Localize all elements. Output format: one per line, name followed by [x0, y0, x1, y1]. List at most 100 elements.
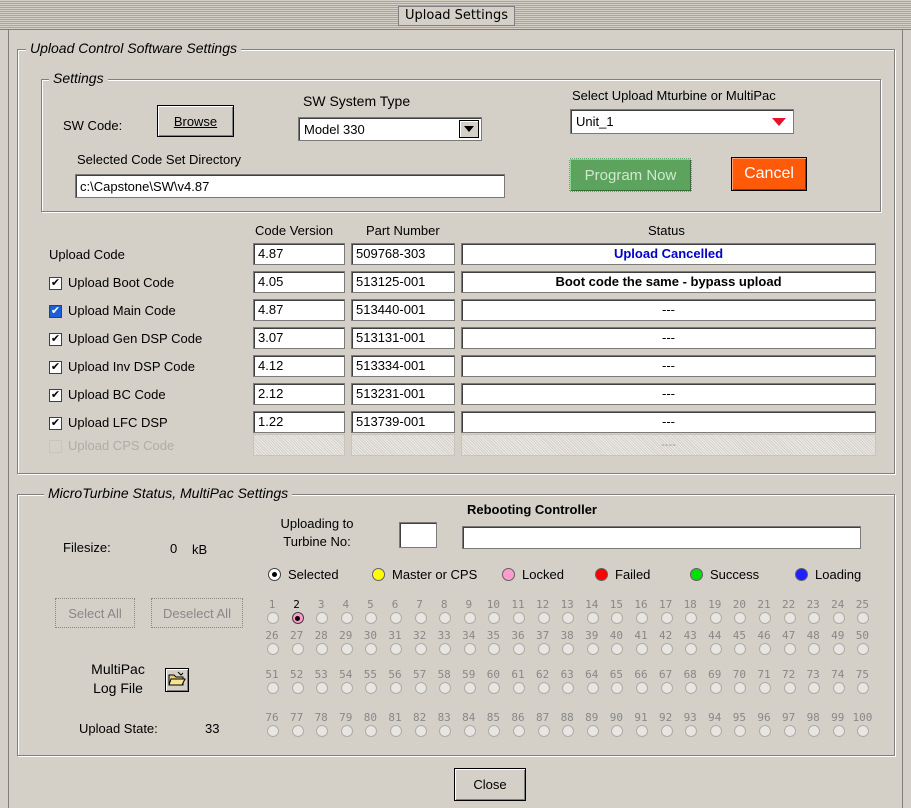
row-checkbox[interactable]: ✔ [49, 417, 62, 430]
turbine-number: 75 [855, 668, 870, 681]
turbine-number: 57 [412, 668, 427, 681]
sw-system-type-select[interactable]: Model 330 [298, 117, 482, 141]
select-upload-value: Unit_1 [576, 114, 614, 129]
turbine-number: 31 [388, 629, 402, 642]
code-dir-label: Selected Code Set Directory [77, 152, 242, 167]
turbine-radio-62[interactable] [537, 682, 550, 694]
turbine-number: 46 [757, 629, 771, 642]
turbine-radio-11[interactable] [513, 612, 525, 624]
turbine-radio-77[interactable] [291, 725, 304, 737]
turbine-radio-54[interactable] [340, 682, 353, 694]
turbine-radio-41[interactable] [636, 643, 648, 655]
status-cell: --- [461, 411, 876, 433]
cancel-button[interactable]: Cancel [731, 157, 807, 191]
turbine-radio-71[interactable] [759, 682, 771, 694]
dropdown-arrow-icon[interactable] [459, 120, 479, 138]
turbine-radio-87[interactable] [537, 725, 550, 737]
browse-button[interactable]: Browse [157, 105, 234, 137]
turbine-radio-2[interactable] [291, 612, 304, 624]
turbine-radio-86[interactable] [513, 725, 525, 737]
turbine-number-field[interactable] [399, 522, 437, 548]
turbine-radio-27[interactable] [291, 643, 304, 655]
turbine-radio-91[interactable] [636, 725, 648, 737]
turbine-radio-49[interactable] [832, 643, 845, 655]
turbine-radio-14[interactable] [586, 612, 599, 624]
turbine-radio-6[interactable] [390, 612, 402, 624]
turbine-radio-57[interactable] [414, 682, 427, 694]
turbine-radio-44[interactable] [709, 643, 722, 655]
turbine-radio-51[interactable] [267, 682, 279, 694]
turbine-radio-67[interactable] [660, 682, 673, 694]
turbine-radio-42[interactable] [660, 643, 673, 655]
turbine-radio-29[interactable] [340, 643, 353, 655]
turbine-number: 20 [732, 598, 747, 611]
turbine-radio-9[interactable] [463, 612, 476, 624]
turbine-radio-96[interactable] [759, 725, 771, 737]
turbine-number: 55 [363, 668, 378, 681]
select-all-button[interactable]: Select All [55, 598, 135, 628]
turbine-number: 13 [560, 598, 574, 611]
turbine-radio-56[interactable] [390, 682, 402, 694]
turbine-radio-97[interactable] [783, 725, 796, 737]
turbine-radio-19[interactable] [709, 612, 722, 624]
turbine-radio-4[interactable] [340, 612, 353, 624]
turbine-radio-76[interactable] [267, 725, 279, 737]
turbine-number: 70 [732, 668, 747, 681]
turbine-radio-46[interactable] [759, 643, 771, 655]
turbine-radio-74[interactable] [832, 682, 845, 694]
turbine-radio-99[interactable] [832, 725, 845, 737]
close-button[interactable]: Close [454, 768, 526, 801]
status-cell: Boot code the same - bypass upload [461, 271, 876, 293]
turbine-radio-34[interactable] [463, 643, 476, 655]
turbine-radio-94[interactable] [709, 725, 722, 737]
row-label: Upload LFC DSP [68, 415, 168, 430]
turbine-radio-22[interactable] [783, 612, 796, 624]
turbine-radio-79[interactable] [340, 725, 353, 737]
turbine-radio-1[interactable] [267, 612, 279, 624]
turbine-radio-81[interactable] [390, 725, 402, 737]
turbine-radio-31[interactable] [390, 643, 402, 655]
turbine-radio-84[interactable] [463, 725, 476, 737]
turbine-radio-82[interactable] [414, 725, 427, 737]
microturbine-status-legend: MicroTurbine Status, MultiPac Settings [44, 485, 293, 501]
deselect-all-button[interactable]: Deselect All [151, 598, 243, 628]
turbine-radio-7[interactable] [414, 612, 427, 624]
program-now-button[interactable]: Program Now [569, 158, 692, 192]
turbine-radio-69[interactable] [709, 682, 722, 694]
turbine-radio-39[interactable] [586, 643, 599, 655]
turbine-radio-52[interactable] [291, 682, 304, 694]
turbine-number: 83 [437, 711, 451, 724]
turbine-number: 99 [831, 711, 845, 724]
turbine-number: 62 [535, 668, 550, 681]
select-upload-select[interactable]: Unit_1 [570, 109, 794, 134]
turbine-radio-89[interactable] [586, 725, 599, 737]
turbine-radio-17[interactable] [660, 612, 673, 624]
row-checkbox[interactable]: ✔ [49, 361, 62, 374]
turbine-radio-47[interactable] [783, 643, 796, 655]
turbine-radio-37[interactable] [537, 643, 550, 655]
turbine-radio-66[interactable] [636, 682, 648, 694]
window-title: Upload Settings [398, 6, 516, 26]
turbine-radio-16[interactable] [636, 612, 648, 624]
row-checkbox[interactable]: ✔ [49, 333, 62, 346]
turbine-radio-61[interactable] [513, 682, 525, 694]
row-checkbox[interactable]: ✔ [49, 389, 62, 402]
code-dir-field[interactable]: c:\Capstone\SW\v4.87 [75, 174, 505, 198]
turbine-number: 86 [511, 711, 525, 724]
log-file-button[interactable] [165, 668, 189, 692]
turbine-number: 59 [462, 668, 476, 681]
turbine-radio-92[interactable] [660, 725, 673, 737]
turbine-number: 64 [585, 668, 599, 681]
turbine-radio-21[interactable] [759, 612, 771, 624]
turbine-radio-59[interactable] [463, 682, 476, 694]
turbine-radio-36[interactable] [513, 643, 525, 655]
turbine-radio-26[interactable] [267, 643, 279, 655]
turbine-radio-64[interactable] [586, 682, 599, 694]
turbine-radio-32[interactable] [414, 643, 427, 655]
red-dropdown-arrow-icon[interactable] [771, 116, 787, 131]
row-checkbox[interactable]: ✔ [49, 305, 62, 318]
turbine-radio-24[interactable] [832, 612, 845, 624]
turbine-radio-72[interactable] [783, 682, 796, 694]
turbine-radio-12[interactable] [537, 612, 550, 624]
row-checkbox[interactable]: ✔ [49, 277, 62, 290]
